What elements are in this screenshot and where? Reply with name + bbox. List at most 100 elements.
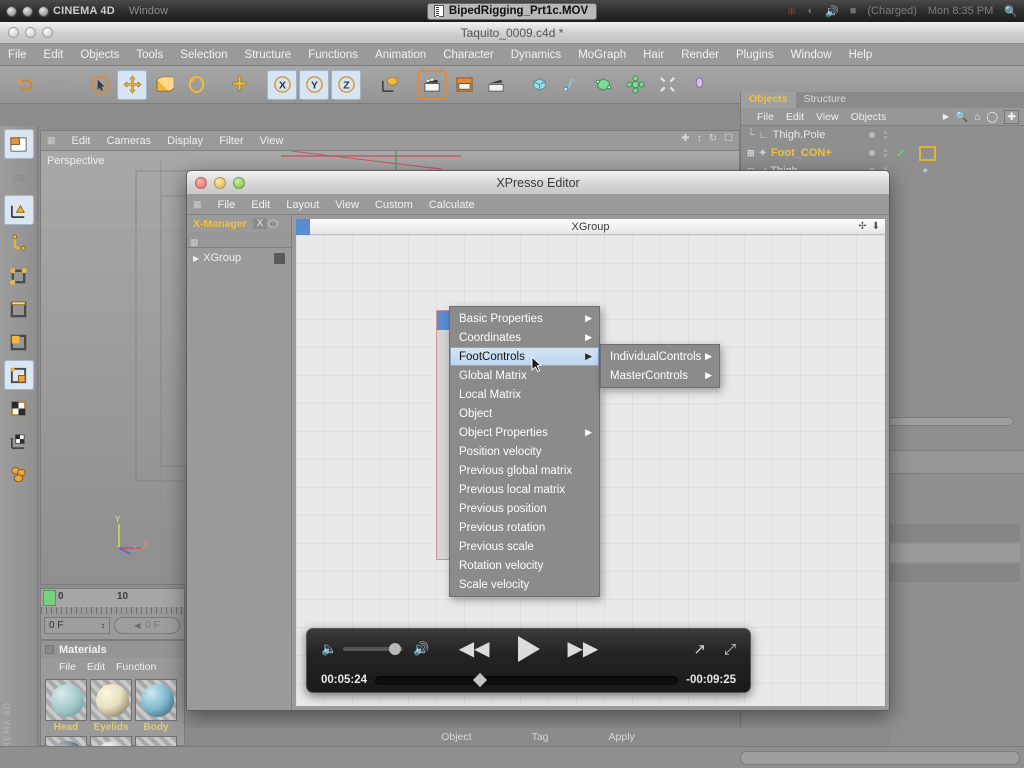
xpresso-menu-layout[interactable]: Layout <box>286 199 319 211</box>
expand-icon[interactable]: ⊞ <box>747 148 755 159</box>
materials-menu-edit[interactable]: Edit <box>87 661 105 673</box>
object-toggles[interactable]: ✓ <box>869 147 905 160</box>
material-thumbnail[interactable] <box>45 679 87 721</box>
timeline-panel[interactable]: 0 10 0 F ↕ ◀ 0 F <box>40 588 185 640</box>
menu-item-object-properties[interactable]: Object Properties ▶ <box>450 423 599 442</box>
objects-menu-objects[interactable]: Objects <box>851 111 887 123</box>
render-view-icon[interactable] <box>417 70 447 100</box>
menu-render[interactable]: Render <box>681 49 719 61</box>
x-manager-tree-item[interactable]: ▶ XGroup <box>187 248 291 268</box>
object-row-foot-con[interactable]: ⊞ ✦ Foot_CON+ ✓ <box>741 144 1024 162</box>
menu-tools[interactable]: Tools <box>136 49 163 61</box>
scrubber-track[interactable] <box>375 672 679 687</box>
x-manager-close-icon[interactable]: X <box>252 218 268 229</box>
xpresso-menu-edit[interactable]: Edit <box>251 199 270 211</box>
fast-forward-icon[interactable]: ▶▶ <box>568 639 599 659</box>
home-icon[interactable]: ⌂ <box>974 111 980 123</box>
lights-palette-icon[interactable] <box>4 459 34 489</box>
clock-label[interactable]: Mon 8:35 PM <box>928 5 993 17</box>
object-toggles[interactable] <box>869 131 887 139</box>
object-row-thigh-pole[interactable]: └ ∟ Thigh.Pole <box>741 126 1024 144</box>
rewind-small-icon[interactable]: ◀ <box>134 621 140 630</box>
menu-edit[interactable]: Edit <box>44 49 64 61</box>
spotlight-icon[interactable]: 🔍 <box>1004 5 1018 18</box>
mac-close-icon[interactable] <box>6 5 17 17</box>
airport-icon[interactable]: ◐ <box>807 5 814 17</box>
volume-status-icon[interactable]: 🔊 <box>825 5 839 18</box>
live-selection-icon[interactable] <box>85 70 115 100</box>
xgroup-tag-icon[interactable] <box>274 252 285 264</box>
xpresso-menu-view[interactable]: View <box>335 199 359 211</box>
x-manager-grip-icon[interactable]: ▦ <box>190 237 199 247</box>
menu-item-scale-velocity[interactable]: Scale velocity <box>450 575 599 594</box>
menu-animation[interactable]: Animation <box>375 49 426 61</box>
start-frame-field[interactable]: ◀ 0 F <box>114 617 180 634</box>
materials-menu-function[interactable]: Function <box>116 661 156 673</box>
search-icon[interactable]: 🔍 <box>955 110 968 123</box>
menu-dynamics[interactable]: Dynamics <box>511 49 561 61</box>
deformer-icon[interactable] <box>652 70 682 100</box>
polygons-mode-icon[interactable] <box>4 327 34 357</box>
xgroup-header-icons[interactable]: ✢ ⬇ <box>858 221 880 232</box>
timeline-playhead[interactable] <box>43 590 56 606</box>
bluetooth-icon[interactable]: ✻ <box>787 5 796 18</box>
mac-minimize-icon[interactable] <box>22 5 33 17</box>
texture-mode-icon[interactable] <box>4 393 34 423</box>
menu-selection[interactable]: Selection <box>180 49 227 61</box>
material-item[interactable]: Body <box>135 679 177 733</box>
light-icon[interactable] <box>684 70 714 100</box>
xpresso-title-bar[interactable]: XPresso Editor <box>187 171 889 195</box>
menu-plugins[interactable]: Plugins <box>736 49 774 61</box>
expand-arrow-icon[interactable]: ▶ <box>193 254 199 263</box>
menu-item-basic-properties[interactable]: Basic Properties ▶ <box>450 309 599 328</box>
material-thumbnail[interactable] <box>90 679 132 721</box>
objects-menu-view[interactable]: View <box>816 111 839 123</box>
footcontrols-submenu[interactable]: IndividualControls ▶ MasterControls ▶ <box>600 344 720 388</box>
menu-item-footcontrols[interactable]: FootControls ▶ <box>450 347 599 366</box>
submenu-item-individualcontrols[interactable]: IndividualControls ▶ <box>601 347 719 366</box>
scale-tool-icon[interactable] <box>149 70 179 100</box>
rewind-icon[interactable]: ◀◀ <box>459 639 490 659</box>
material-item[interactable]: Eyelids <box>90 679 132 733</box>
axis-x-icon[interactable]: X <box>267 69 297 100</box>
axis-z-icon[interactable]: Z <box>331 69 361 100</box>
submenu-item-mastercontrols[interactable]: MasterControls ▶ <box>601 366 719 385</box>
edges-mode-icon[interactable] <box>4 294 34 324</box>
mograph-icon[interactable] <box>620 70 650 100</box>
menu-item-previous-rotation[interactable]: Previous rotation <box>450 518 599 537</box>
material-thumbnail[interactable] <box>135 679 177 721</box>
x-manager-tab[interactable]: X-Manager <box>187 218 253 230</box>
workplane-icon[interactable] <box>4 426 34 456</box>
cube-primitive-icon[interactable] <box>524 70 554 100</box>
menu-item-local-matrix[interactable]: Local Matrix <box>450 385 599 404</box>
xpresso-menu-file[interactable]: File <box>218 199 236 211</box>
objects-menu-edit[interactable]: Edit <box>786 111 804 123</box>
visibility-icon[interactable]: ◯ <box>986 111 998 123</box>
menu-functions[interactable]: Functions <box>308 49 358 61</box>
undo-icon[interactable] <box>10 70 40 100</box>
menu-item-previous-scale[interactable]: Previous scale <box>450 537 599 556</box>
chevron-right-icon[interactable]: ▶ <box>943 112 949 121</box>
objects-menu-file[interactable]: File <box>757 111 774 123</box>
current-frame-field[interactable]: 0 F ↕ <box>44 617 110 634</box>
battery-icon[interactable]: ■ <box>850 5 857 17</box>
tab-objects[interactable]: Objects <box>741 92 796 108</box>
menu-item-object[interactable]: Object <box>450 404 599 423</box>
viewport-nav-icons[interactable]: ✚ ↕ ↻ ☐ <box>681 133 733 144</box>
materials-grip-icon[interactable] <box>45 645 54 654</box>
viewport-grip-icon[interactable]: ▦ <box>47 135 56 146</box>
menu-objects[interactable]: Objects <box>80 49 119 61</box>
menu-character[interactable]: Character <box>443 49 494 61</box>
menu-help[interactable]: Help <box>849 49 873 61</box>
menu-item-previous-position[interactable]: Previous position <box>450 499 599 518</box>
menu-hair[interactable]: Hair <box>643 49 664 61</box>
redo-icon[interactable] <box>42 70 72 100</box>
mesh-icon[interactable] <box>4 162 34 192</box>
axis-modify-icon[interactable] <box>3 195 34 225</box>
tab-structure[interactable]: Structure <box>796 92 855 108</box>
menu-item-global-matrix[interactable]: Global Matrix <box>450 366 599 385</box>
menu-window[interactable]: Window <box>791 49 832 61</box>
world-axis-icon[interactable] <box>374 70 404 100</box>
menu-item-previous-local-matrix[interactable]: Previous local matrix <box>450 480 599 499</box>
mac-zoom-icon[interactable] <box>38 5 49 17</box>
